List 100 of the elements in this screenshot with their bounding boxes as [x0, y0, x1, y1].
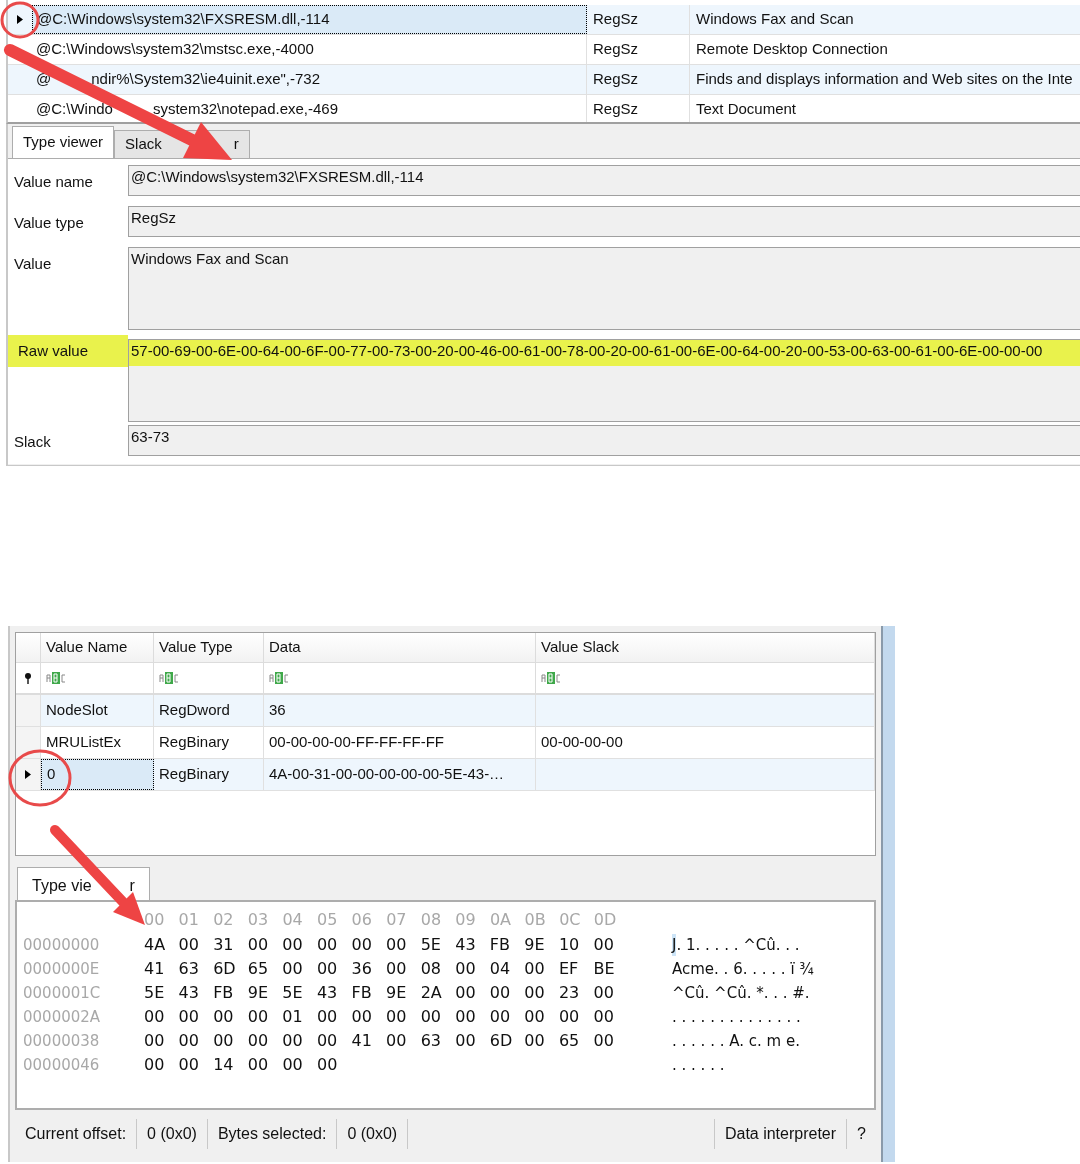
hex-byte[interactable]: 00 [455, 981, 490, 1005]
hex-byte[interactable]: 00 [282, 1029, 317, 1053]
hex-byte[interactable]: FB [213, 981, 248, 1005]
hex-byte[interactable]: 31 [213, 933, 248, 957]
hex-byte[interactable]: 00 [593, 1005, 629, 1029]
hex-byte[interactable]: FB [351, 981, 387, 1005]
hex-byte[interactable]: 5E [144, 981, 179, 1005]
hex-byte[interactable]: 00 [316, 957, 352, 981]
text-field[interactable]: Windows Fax and Scan [128, 247, 1080, 331]
hex-byte[interactable]: 00 [593, 981, 629, 1005]
ascii-text[interactable]: . 1. . . . . ^Cû. . . [676, 933, 800, 957]
hex-byte[interactable]: 00 [420, 1005, 456, 1029]
ascii-text[interactable]: J [672, 933, 677, 957]
hex-byte[interactable]: 23 [558, 981, 594, 1005]
hex-byte[interactable]: 43 [455, 933, 490, 957]
hex-byte[interactable]: 00 [316, 933, 352, 957]
hex-byte[interactable]: 00 [593, 1029, 629, 1053]
text-filter-icon[interactable] [268, 671, 290, 685]
hex-byte[interactable]: 00 [247, 1005, 283, 1029]
hex-byte[interactable]: 00 [178, 1053, 214, 1077]
hex-byte[interactable]: 6D [213, 957, 248, 981]
hex-byte[interactable]: 00 [178, 1029, 214, 1053]
hex-byte[interactable]: 00 [455, 957, 490, 981]
status-button[interactable]: Data interpreter [713, 1119, 847, 1149]
hex-byte[interactable]: 10 [558, 933, 594, 957]
hex-byte[interactable]: 00 [386, 957, 421, 981]
hex-byte[interactable]: 08 [420, 957, 456, 981]
ascii-text[interactable]: . . . . . . A. c. m e. [672, 1029, 800, 1053]
hex-byte[interactable]: 00 [558, 1005, 594, 1029]
hex-byte[interactable]: 00 [316, 1005, 352, 1029]
hex-byte[interactable]: 00 [316, 1053, 352, 1077]
hex-byte[interactable]: EF [558, 957, 594, 981]
ascii-text[interactable]: . . . . . . . . . . . . . . [672, 1005, 801, 1029]
hex-byte[interactable]: 00 [316, 1029, 352, 1053]
hex-byte[interactable]: 00 [351, 1005, 387, 1029]
hex-byte[interactable]: 00 [455, 1005, 490, 1029]
hex-byte[interactable]: 00 [524, 1029, 559, 1053]
text-field[interactable]: @C:\Windows\system32\FXSRESM.dll,-114 [128, 165, 1080, 196]
hex-byte[interactable]: 01 [282, 1005, 317, 1029]
status-button[interactable]: ? [846, 1119, 876, 1149]
hex-byte[interactable]: 00 [247, 1053, 283, 1077]
hex-byte[interactable]: 14 [213, 1053, 248, 1077]
hex-byte[interactable]: 00 [282, 933, 317, 957]
hex-byte[interactable]: 6D [489, 1029, 525, 1053]
text-filter-icon[interactable] [540, 671, 562, 685]
hex-byte[interactable]: 65 [558, 1029, 594, 1053]
hex-byte[interactable]: 00 [524, 981, 559, 1005]
hex-byte[interactable]: 00 [178, 933, 214, 957]
tab[interactable]: Type viewer [12, 126, 115, 158]
text-filter-icon[interactable] [45, 671, 67, 685]
hex-byte[interactable]: 00 [386, 1029, 421, 1053]
hex-byte[interactable]: 00 [282, 957, 317, 981]
column-header[interactable]: Data [264, 633, 536, 662]
hex-byte[interactable]: 43 [178, 981, 214, 1005]
hex-byte[interactable]: 36 [351, 957, 387, 981]
text-field[interactable]: RegSz [128, 206, 1080, 238]
hex-byte[interactable]: 00 [455, 1029, 490, 1053]
text-field[interactable]: 57-00-69-00-6E-00-64-00-6F-00-77-00-73-00-20-00-46-00-61-00-78-00-20-00-61-00-6E-00-64-00-20-00-53-00-63-00-61-00-6E-00-00-00 [128, 339, 1080, 422]
scrollbar[interactable] [881, 626, 895, 1162]
hex-byte[interactable]: 00 [489, 981, 525, 1005]
hex-byte[interactable]: 41 [144, 957, 179, 981]
hex-byte[interactable]: 00 [247, 933, 283, 957]
hex-byte[interactable]: 4A [144, 933, 179, 957]
hex-byte[interactable]: 00 [213, 1029, 248, 1053]
text-filter-icon[interactable] [158, 671, 180, 685]
hex-byte[interactable]: 63 [178, 957, 214, 981]
row-header[interactable] [16, 759, 41, 790]
hex-byte[interactable]: 00 [489, 1005, 525, 1029]
hex-byte[interactable]: 00 [144, 1005, 179, 1029]
column-header[interactable]: Value Slack [536, 633, 875, 662]
hex-byte[interactable]: 04 [489, 957, 525, 981]
pin-icon[interactable] [24, 672, 32, 684]
hex-byte[interactable]: 41 [351, 1029, 387, 1053]
hex-byte[interactable]: 00 [386, 933, 421, 957]
hex-byte[interactable]: 9E [247, 981, 283, 1005]
ascii-text[interactable]: Acme. . 6. . . . . ï ¾ [672, 957, 814, 981]
hex-byte[interactable]: 65 [247, 957, 283, 981]
hex-byte[interactable]: 00 [144, 1029, 179, 1053]
hex-byte[interactable]: FB [489, 933, 525, 957]
hex-byte[interactable]: 43 [316, 981, 352, 1005]
hex-byte[interactable]: 00 [178, 1005, 214, 1029]
column-header[interactable]: Value Type [154, 633, 264, 662]
hex-byte[interactable]: 2A [420, 981, 456, 1005]
ascii-text[interactable]: . . . . . . [672, 1053, 725, 1077]
hex-byte[interactable]: 5E [420, 933, 456, 957]
hex-byte[interactable]: 5E [282, 981, 317, 1005]
hex-byte[interactable]: 00 [213, 1005, 248, 1029]
hex-byte[interactable]: 9E [386, 981, 421, 1005]
hex-byte[interactable]: 00 [144, 1053, 179, 1077]
hex-byte[interactable]: 00 [282, 1053, 317, 1077]
hex-byte[interactable]: 9E [524, 933, 559, 957]
hex-byte[interactable]: BE [593, 957, 629, 981]
hex-byte[interactable]: 00 [524, 957, 559, 981]
hex-byte[interactable]: 63 [420, 1029, 456, 1053]
hex-byte[interactable]: 00 [247, 1029, 283, 1053]
hex-byte[interactable]: 00 [524, 1005, 559, 1029]
hex-byte[interactable]: 00 [351, 933, 387, 957]
text-field[interactable]: 63-73 [128, 424, 1080, 456]
ascii-text[interactable]: ^Cû. ^Cû. *. . . #. [672, 981, 810, 1005]
hex-byte[interactable]: 00 [386, 1005, 421, 1029]
